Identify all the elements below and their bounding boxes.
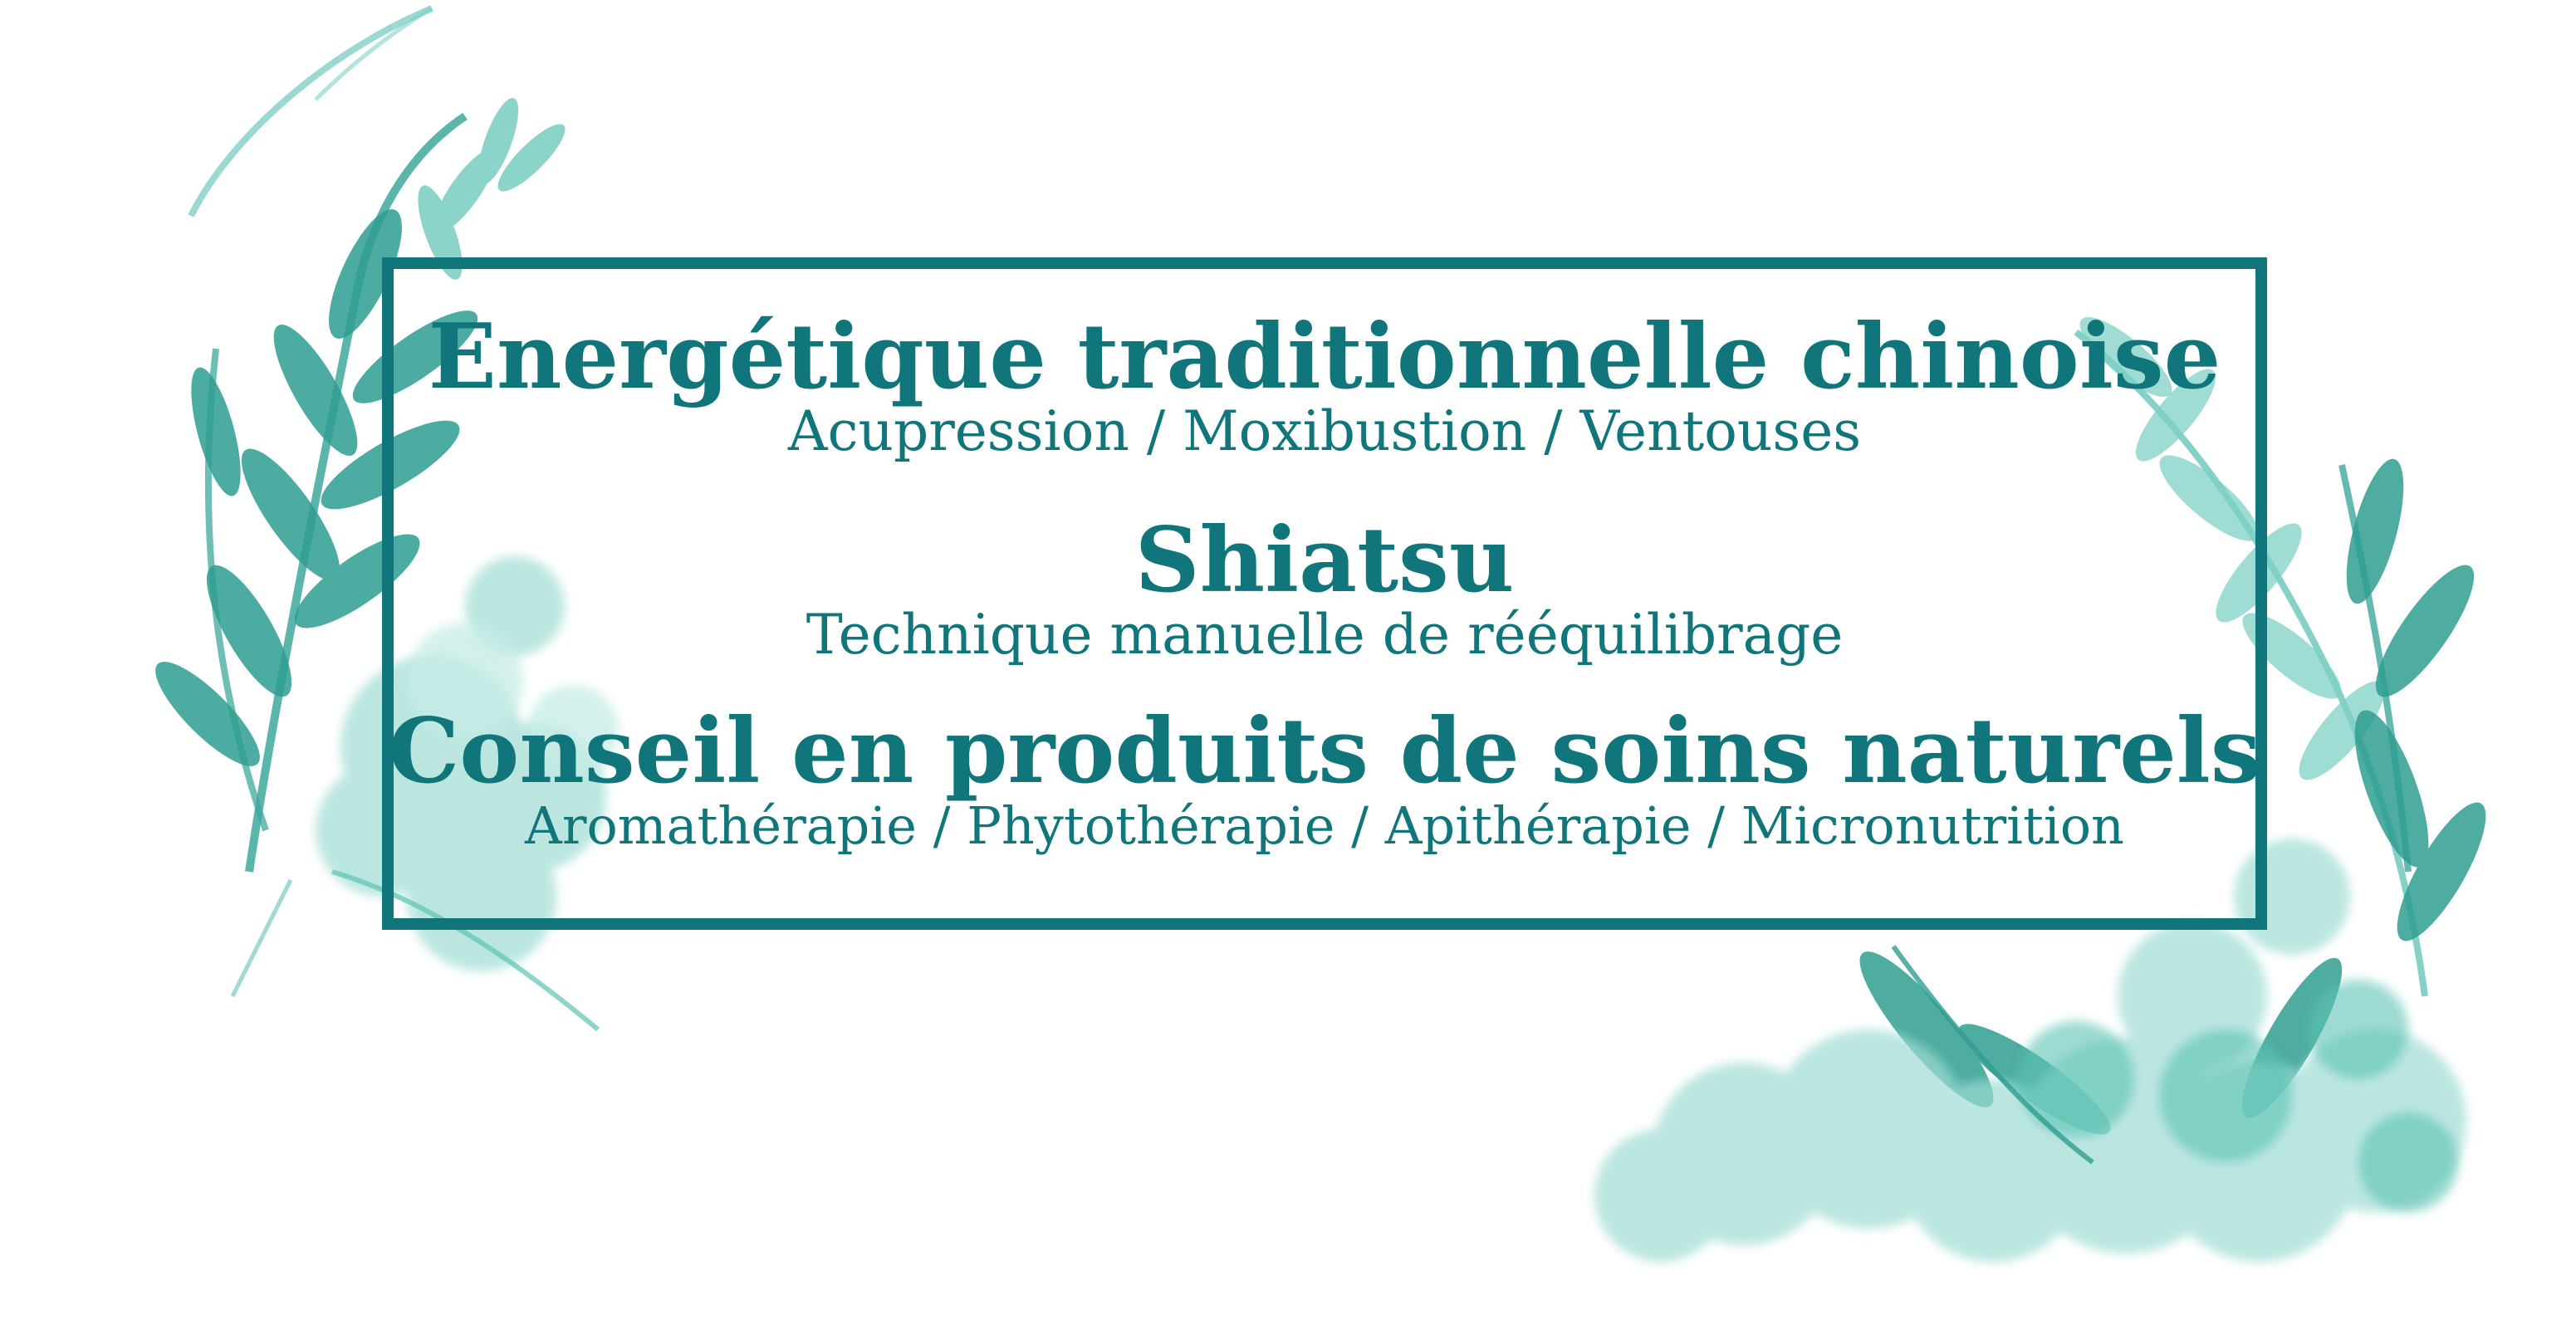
services-list: Energétique traditionnelle chinoise Acup… [382, 282, 2267, 913]
service-shiatsu: Shiatsu Technique manuelle de rééquilibr… [382, 511, 2267, 667]
service-subtitle: Aromathérapie / Phytothérapie / Apithéra… [525, 795, 2124, 856]
service-subtitle: Acupression / Moxibustion / Ventouses [787, 399, 1862, 463]
banner: Energétique traditionnelle chinoise Acup… [0, 0, 2576, 1325]
service-title: Conseil en produits de soins naturels [388, 699, 2261, 804]
service-conseil: Conseil en produits de soins naturels Ar… [382, 702, 2267, 858]
service-subtitle: Technique manuelle de rééquilibrage [806, 603, 1844, 667]
service-energetique: Energétique traditionnelle chinoise Acup… [382, 307, 2267, 463]
service-title: Shiatsu [1134, 508, 1515, 613]
service-title: Energétique traditionnelle chinoise [428, 305, 2221, 409]
